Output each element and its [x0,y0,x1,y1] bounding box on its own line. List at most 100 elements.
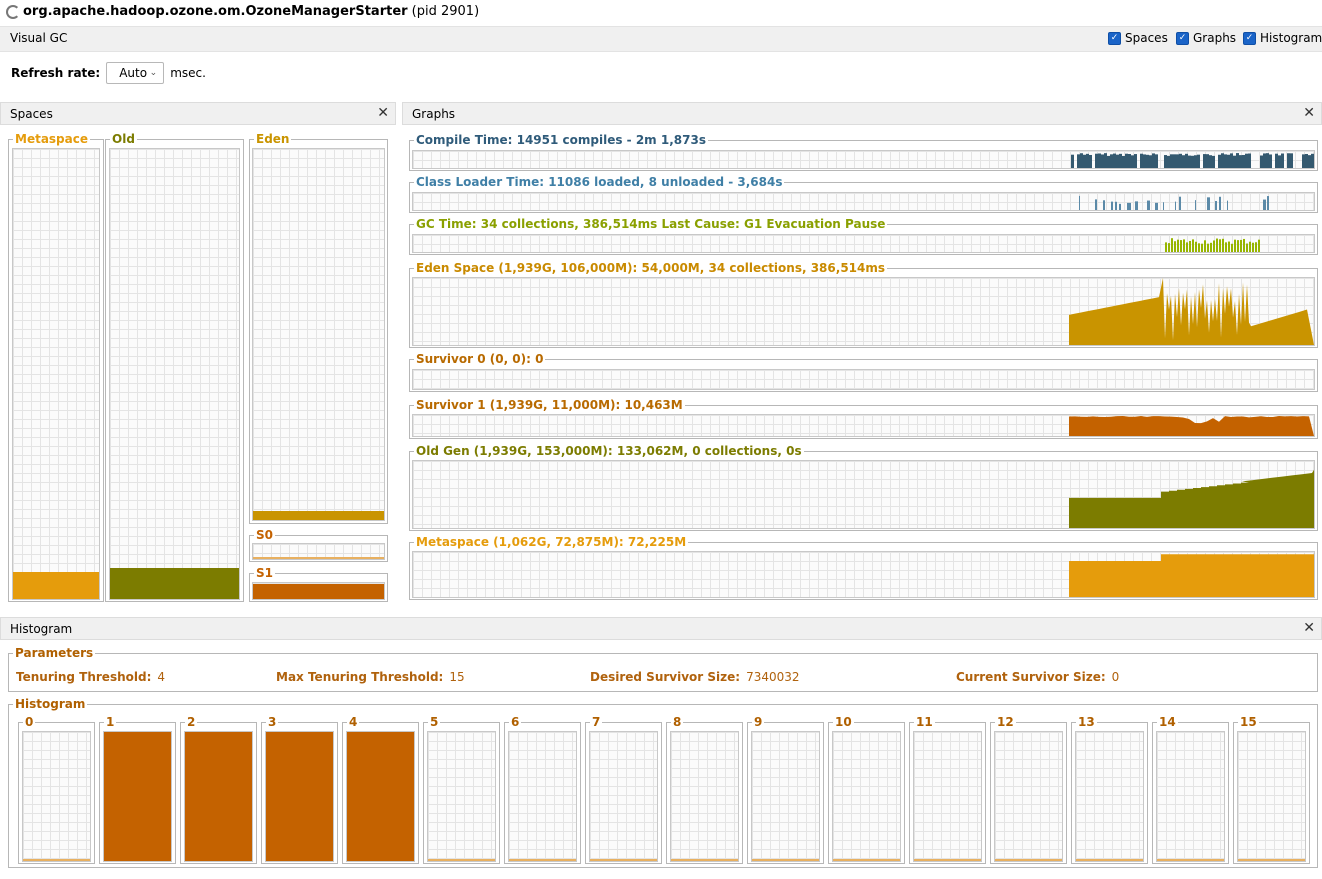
spaces-checkbox[interactable]: ✓ Spaces [1108,31,1168,45]
compile-time-bar [1236,153,1239,168]
metaspace-space: Metaspace [8,132,104,602]
survivor1-graph: Survivor 1 (1,939G, 11,000M): 10,463M [409,398,1318,439]
compile-time-bar [1221,153,1224,168]
histogram-bin: 12 [990,715,1067,864]
visual-gc-label: Visual GC [10,31,68,45]
old-gen-plot [412,460,1315,529]
gc-time-bar [1168,243,1170,252]
window-title: org.apache.hadoop.ozone.om.OzoneManagerS… [23,4,480,19]
compile-time-bar [1173,154,1176,168]
histogram-bin-grid [1075,731,1144,862]
compile-time-bar [1104,153,1107,168]
histogram-bin-grid [427,731,496,862]
compile-time-bar [1263,153,1266,168]
window-title-bar: org.apache.hadoop.ozone.om.OzoneManagerS… [0,0,1322,24]
gc-time-bar [1174,241,1176,252]
histogram-bin-label: 3 [266,715,279,729]
histogram-bin-label: 15 [1238,715,1259,729]
visual-gc-toolbar: Visual GC ✓ Spaces ✓ Graphs ✓ Histogram [0,26,1322,52]
compile-time-bar [1071,154,1074,168]
compile-time-bar [1248,153,1251,168]
compile-time-bar [1167,155,1170,168]
histogram-bin-fill [1157,859,1224,861]
compile-time-bar [1143,154,1146,168]
gc-time-bar [1237,240,1239,252]
eden-grid [252,148,385,521]
graphs-panel-header: Graphs ✕ [402,102,1322,125]
class-loader-bar [1175,201,1176,210]
histogram-bin: 5 [423,715,500,864]
compile-time-bar [1131,155,1134,168]
graph-series [1079,195,1269,210]
class-loader-bar [1115,201,1117,210]
gc-time-bar [1180,240,1182,252]
class-loader-bar [1103,200,1105,210]
compile-time-bar [1080,153,1083,168]
graph-series [1069,554,1314,597]
close-spaces-panel-button[interactable]: ✕ [377,105,389,121]
eden-fill [253,510,384,520]
compile-time-bar [1170,154,1173,168]
survivor0-plot [412,369,1315,390]
survivor0-graph: Survivor 0 (0, 0): 0 [409,352,1318,392]
gc-time-bar [1186,242,1188,252]
histogram-bin-label: 14 [1157,715,1178,729]
class-loader-bar [1227,200,1228,210]
graph-series [1069,469,1314,528]
histogram-bin: 7 [585,715,662,864]
close-graphs-panel-button[interactable]: ✕ [1303,105,1315,121]
histogram-bin-grid [346,731,415,862]
histogram-bin-fill [995,859,1062,861]
compile-time-bar [1176,154,1179,168]
graphs-checkbox[interactable]: ✓ Graphs [1176,31,1236,45]
class-loader-bar [1263,199,1266,210]
old-gen-area [1069,469,1314,528]
gc-time-bar [1216,238,1218,252]
compile-time-bar [1164,155,1167,168]
class-loader-bar [1163,202,1164,210]
histogram-bin: 9 [747,715,824,864]
gc-time-bar [1204,240,1206,252]
compile-time-bar [1230,153,1233,168]
refresh-rate-label: Refresh rate: [11,66,101,80]
compile-time-bar [1182,155,1185,168]
gc-time-bar [1231,243,1233,252]
class-loader-bar [1119,203,1121,210]
refresh-rate-select[interactable]: Auto ⌄ [106,62,165,84]
old-space: Old [105,132,244,602]
compile-time-bar [1179,153,1182,168]
gc-time-bar [1246,243,1248,252]
histogram-bin-label: 5 [428,715,441,729]
compile-time-bar [1086,153,1089,168]
compile-time-bar [1116,154,1119,168]
gc-time-bar [1252,242,1254,252]
gc-time-bar [1210,242,1212,252]
compile-time-bar [1185,153,1188,168]
refresh-rate-row: Refresh rate: Auto ⌄ msec. [11,62,206,84]
histogram-bin-label: 2 [185,715,198,729]
class-loader-bar [1195,200,1196,210]
histogram-bin-fill [428,859,495,861]
spaces-panel-header: Spaces ✕ [0,102,396,125]
metaspace-fill [13,572,99,599]
histogram-bin: 15 [1233,715,1310,864]
histogram-bin: 1 [99,715,176,864]
class-loader-bar [1267,196,1269,210]
histogram-bin-fill [752,859,819,861]
histogram-checkbox[interactable]: ✓ Histogram [1243,31,1322,45]
max-tenuring-threshold: Max Tenuring Threshold: 15 [276,670,465,684]
histogram-bin-fill [1238,859,1305,861]
close-histogram-panel-button[interactable]: ✕ [1303,620,1315,636]
class-loader-bar [1135,201,1138,210]
histogram-bin-label: 0 [23,715,36,729]
compile-time-bar [1203,154,1206,168]
compile-time-bar [1101,154,1104,168]
gc-time-bar [1195,241,1197,252]
gc-time-bar [1249,241,1251,252]
compile-time-bar [1089,154,1092,168]
eden-space-graph: Eden Space (1,939G, 106,000M): 54,000M, … [409,261,1318,348]
metaspace-graph: Metaspace (1,062G, 72,875M): 72,225M [409,535,1318,600]
histogram-bin-label: 12 [995,715,1016,729]
refresh-rate-unit: msec. [170,66,206,80]
histogram-bin-fill [104,732,171,861]
